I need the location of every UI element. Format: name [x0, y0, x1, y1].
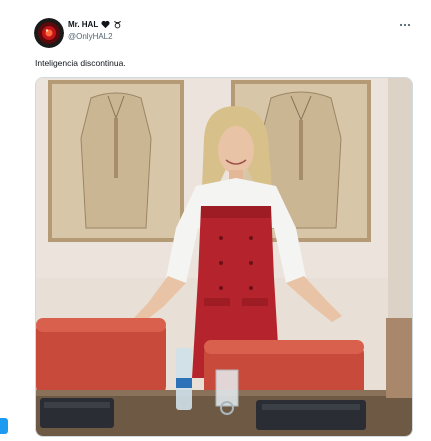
- sidebar-accent-tab[interactable]: [0, 418, 8, 434]
- more-horizontal-icon[interactable]: [397, 17, 413, 33]
- tweet-image[interactable]: [35, 77, 413, 437]
- taurus-icon: [113, 20, 122, 29]
- author-handle[interactable]: @OnlyHAL2: [68, 31, 122, 42]
- left-painting: [48, 80, 184, 242]
- tweet-text: Inteligencia discontinua.: [35, 58, 126, 68]
- tweet-header: Mr. HAL @OnlyHAL2: [68, 19, 122, 42]
- author-name[interactable]: Mr. HAL: [68, 19, 98, 30]
- tweet-card[interactable]: Mr. HAL @OnlyHAL2 Inteligencia discontin…: [0, 0, 431, 441]
- heart-icon: [101, 20, 110, 29]
- left-chair: [36, 318, 166, 398]
- avatar[interactable]: [34, 18, 64, 48]
